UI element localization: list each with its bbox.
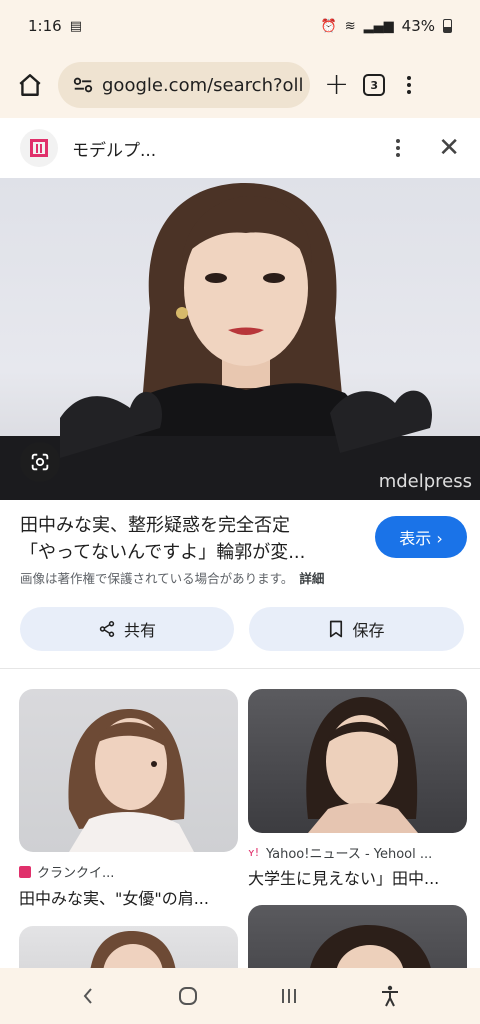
url-text: google.com/search?oll bbox=[102, 74, 304, 96]
address-bar[interactable]: google.com/search?oll bbox=[58, 62, 310, 108]
alarm-icon: ⏰ bbox=[320, 18, 337, 34]
save-button[interactable]: 保存 bbox=[249, 607, 464, 651]
more-options-icon[interactable] bbox=[396, 139, 401, 157]
related-source-2[interactable]: ʏ! Yahoo!ニュース - Yehool ... bbox=[248, 843, 432, 862]
share-button[interactable]: 共有 bbox=[20, 607, 234, 651]
recents-icon bbox=[282, 989, 297, 1003]
related-image-1-art bbox=[68, 709, 194, 852]
related-source-1[interactable]: クランクイ... bbox=[19, 862, 114, 881]
accessibility-button[interactable] bbox=[380, 985, 400, 1007]
notification-icon: ▤ bbox=[69, 18, 82, 34]
result-title[interactable]: 田中みな実、整形疑惑を完全否定 「やってないんですよ」輪郭が変... bbox=[20, 512, 350, 566]
home-nav-button[interactable] bbox=[177, 985, 199, 1007]
new-tab-button[interactable]: + bbox=[324, 70, 349, 100]
close-icon[interactable]: ✕ bbox=[438, 135, 460, 161]
related-image-2-art bbox=[306, 697, 418, 833]
section-divider bbox=[0, 668, 480, 669]
share-icon bbox=[99, 621, 115, 637]
save-label: 保存 bbox=[352, 621, 385, 640]
accessibility-icon bbox=[381, 985, 398, 1007]
status-right: ⏰ ≋ ▂▄▆ 43% bbox=[321, 17, 452, 35]
related-source-1-text: クランクイ... bbox=[37, 866, 115, 881]
copyright-text: 画像は著作権で保護されている場合があります。 bbox=[20, 571, 294, 586]
source-logo-icon[interactable] bbox=[20, 129, 58, 167]
related-title-1[interactable]: 田中みな実、"女優"の肩... bbox=[19, 885, 238, 909]
back-button[interactable] bbox=[80, 986, 96, 1006]
status-left: 1:16 ▤ bbox=[28, 17, 82, 35]
status-time: 1:16 bbox=[28, 17, 62, 35]
recents-button[interactable] bbox=[279, 986, 299, 1006]
home-icon bbox=[19, 74, 41, 96]
home-circle-icon bbox=[178, 987, 197, 1005]
tab-switcher-button[interactable]: 3 bbox=[363, 74, 386, 96]
site-settings-icon[interactable] bbox=[72, 74, 94, 96]
lens-icon bbox=[31, 453, 49, 471]
visit-button[interactable]: 表示 › bbox=[375, 516, 467, 558]
result-title-line1: 田中みな実、整形疑惑を完全否定 bbox=[20, 515, 290, 536]
browser-menu-button[interactable] bbox=[407, 76, 412, 94]
system-navigation-bar bbox=[0, 968, 480, 1024]
related-image-2[interactable] bbox=[248, 689, 467, 833]
related-title-2[interactable]: 大学生に見えない」田中... bbox=[248, 865, 467, 889]
battery-percent: 43% bbox=[401, 17, 435, 35]
back-chevron-icon bbox=[83, 988, 93, 1004]
status-bar: 1:16 ▤ ⏰ ≋ ▂▄▆ 43% bbox=[0, 0, 480, 52]
copyright-notice: 画像は著作権で保護されている場合があります。 詳細 bbox=[20, 568, 470, 587]
source-name[interactable]: モデルプ... bbox=[72, 136, 396, 161]
image-watermark: mdelpress bbox=[378, 471, 472, 492]
signal-icon: ▂▄▆ bbox=[363, 18, 394, 34]
yahoo-favicon-icon: ʏ! bbox=[248, 845, 260, 859]
related-image-1[interactable] bbox=[19, 689, 238, 852]
related-source-2-text: Yahoo!ニュース - Yehool ... bbox=[266, 847, 433, 862]
result-title-line2: 「やってないんですよ」輪郭が変... bbox=[20, 542, 306, 563]
share-label: 共有 bbox=[123, 621, 156, 640]
google-lens-button[interactable] bbox=[20, 442, 60, 482]
browser-toolbar: google.com/search?oll + 3 bbox=[0, 52, 480, 118]
crank-in-favicon-icon bbox=[19, 865, 31, 878]
screen: 1:16 ▤ ⏰ ≋ ▂▄▆ 43% google.com/search?oll bbox=[0, 0, 480, 1024]
details-link[interactable]: 詳細 bbox=[299, 571, 324, 586]
portrait-illustration bbox=[0, 183, 480, 500]
bookmark-icon bbox=[330, 620, 343, 638]
preview-image[interactable]: mdelpress bbox=[0, 178, 480, 500]
battery-icon bbox=[443, 19, 452, 33]
wifi-icon: ≋ bbox=[344, 18, 356, 34]
source-header: モデルプ... ✕ bbox=[0, 118, 480, 178]
home-button[interactable] bbox=[10, 65, 50, 105]
